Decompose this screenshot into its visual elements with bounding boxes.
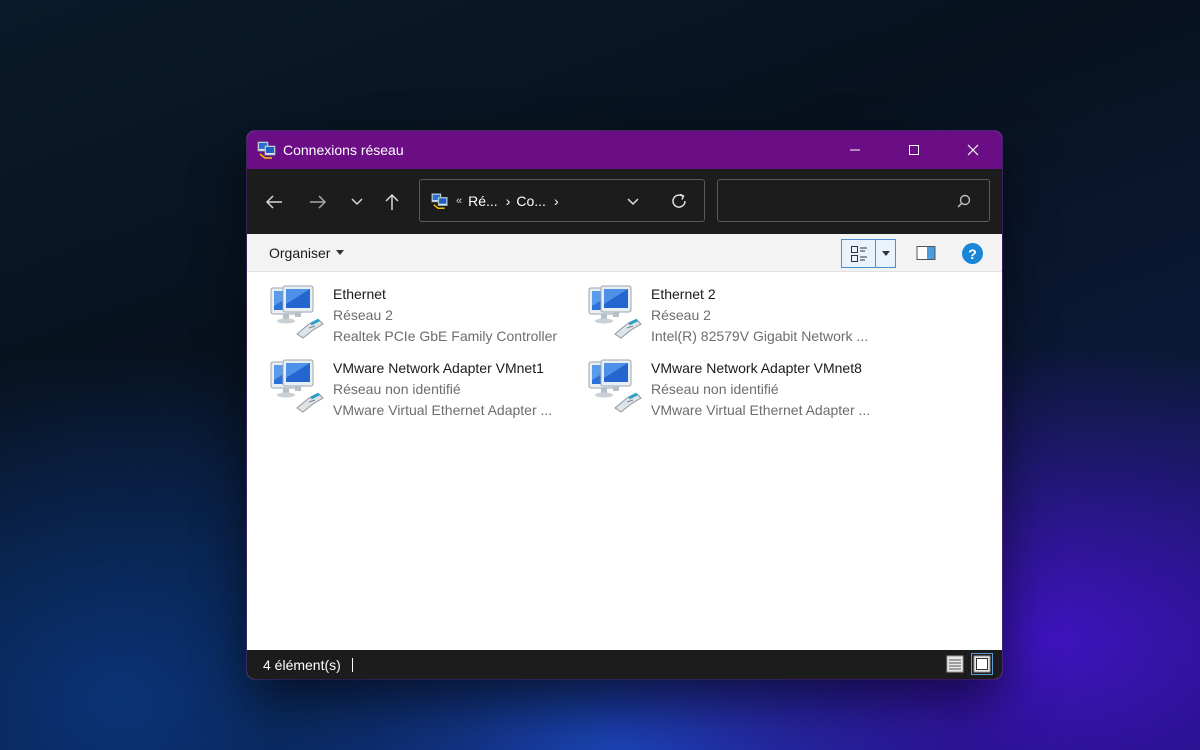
chevron-down-icon (351, 198, 363, 206)
item-network: Réseau non identifié (333, 381, 461, 397)
maximize-button[interactable] (884, 131, 943, 169)
arrow-left-icon (265, 195, 282, 209)
back-button[interactable] (261, 189, 287, 215)
item-network: Réseau non identifié (651, 381, 779, 397)
item-name: Ethernet 2 (651, 286, 716, 302)
caret-down-icon (881, 251, 890, 256)
address-dropdown-button[interactable] (626, 194, 640, 210)
search-input[interactable] (726, 190, 946, 212)
item-device: VMware Virtual Ethernet Adapter ... (333, 402, 553, 418)
item-device: VMware Virtual Ethernet Adapter ... (651, 402, 871, 418)
item-network: Réseau 2 (651, 307, 711, 323)
breadcrumb-segment[interactable]: Co... (516, 193, 546, 209)
navigation-bar: « Ré... › Co... › (247, 169, 1002, 234)
window-controls (825, 131, 1002, 169)
preview-pane-button[interactable] (915, 243, 937, 263)
maximize-icon (908, 145, 919, 155)
item-details: Ethernet Réseau 2 Realtek PCIe GbE Famil… (333, 284, 557, 350)
item-name: VMware Network Adapter VMnet8 (651, 360, 862, 376)
tiles-view-icon (850, 245, 867, 262)
change-view-control (841, 239, 896, 268)
list-item[interactable]: Ethernet 2 Réseau 2 Intel(R) 82579V Giga… (585, 284, 895, 350)
status-divider (351, 657, 353, 672)
address-bar[interactable]: « Ré... › Co... › (419, 179, 705, 222)
window-title: Connexions réseau (283, 142, 404, 158)
recent-locations-button[interactable] (344, 189, 370, 215)
list-item[interactable]: VMware Network Adapter VMnet1 Réseau non… (267, 358, 577, 424)
list-item[interactable]: VMware Network Adapter VMnet8 Réseau non… (585, 358, 895, 424)
connections-list: Ethernet Réseau 2 Realtek PCIe GbE Famil… (247, 272, 1002, 650)
breadcrumb-overflow[interactable]: « (456, 195, 462, 207)
search-field[interactable] (717, 179, 990, 222)
status-bar: 4 élément(s) (247, 650, 1002, 679)
details-view-button[interactable] (944, 653, 966, 675)
close-button[interactable] (943, 131, 1002, 169)
item-name: VMware Network Adapter VMnet1 (333, 360, 544, 376)
view-options-dropdown[interactable] (876, 240, 895, 267)
network-adapter-icon (588, 285, 642, 339)
forward-button[interactable] (305, 189, 331, 215)
organiser-menu[interactable]: Organiser (269, 244, 345, 261)
network-adapter-icon (270, 359, 324, 413)
search-icon (957, 194, 971, 208)
item-details: VMware Network Adapter VMnet8 Réseau non… (651, 358, 870, 424)
breadcrumb-separator[interactable]: › (506, 193, 511, 209)
refresh-button[interactable] (670, 192, 688, 213)
network-connections-icon (257, 141, 276, 159)
caret-down-icon (336, 250, 345, 255)
command-bar: Organiser ? (247, 234, 1002, 272)
item-device: Realtek PCIe GbE Family Controller (333, 328, 558, 344)
item-device: Intel(R) 82579V Gigabit Network ... (651, 328, 869, 344)
chevron-down-icon (627, 198, 639, 206)
details-view-icon (946, 655, 964, 673)
up-button[interactable] (379, 189, 405, 215)
large-icons-view-icon (973, 655, 991, 673)
breadcrumb-separator[interactable]: › (554, 193, 559, 209)
help-button[interactable]: ? (962, 243, 983, 264)
refresh-icon (672, 193, 686, 208)
large-icons-view-button[interactable] (971, 653, 993, 675)
title-bar[interactable]: Connexions réseau (247, 131, 1002, 169)
list-item[interactable]: Ethernet Réseau 2 Realtek PCIe GbE Famil… (267, 284, 577, 350)
organiser-label: Organiser (269, 244, 331, 261)
item-name: Ethernet (333, 286, 386, 302)
explorer-window: Connexions réseau « Ré... › Co... › Orga… (247, 131, 1002, 679)
item-count: 4 élément(s) (263, 656, 341, 673)
item-details: Ethernet 2 Réseau 2 Intel(R) 82579V Giga… (651, 284, 868, 350)
item-details: VMware Network Adapter VMnet1 Réseau non… (333, 358, 552, 424)
breadcrumb-segment[interactable]: Ré... (468, 193, 498, 209)
arrow-up-icon (385, 193, 399, 210)
close-icon (967, 144, 978, 156)
network-adapter-icon (270, 285, 324, 339)
arrow-right-icon (310, 195, 327, 209)
change-view-button[interactable] (842, 240, 876, 267)
preview-pane-icon (916, 246, 936, 260)
network-connections-icon (431, 192, 448, 209)
minimize-icon (849, 149, 860, 151)
minimize-button[interactable] (825, 131, 884, 169)
network-adapter-icon (588, 359, 642, 413)
item-network: Réseau 2 (333, 307, 393, 323)
